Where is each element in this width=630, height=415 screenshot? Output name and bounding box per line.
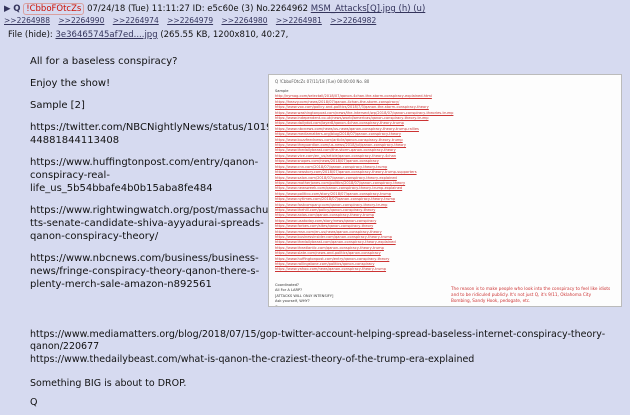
body-link[interactable]: https://www.rightwingwatch.org/post/mass… [30, 204, 280, 243]
body-link[interactable]: https://www.nbcnews.com/business/busines… [30, 252, 280, 291]
attached-image-thumbnail[interactable]: Q !CbboFOtcZs 07/11/18 (Tue) 00:00:00 No… [268, 74, 622, 307]
tripcode: !CbboFOtcZs [23, 3, 85, 15]
file-prefix[interactable]: File (hide): [8, 30, 53, 40]
body-line: Enjoy the show! [30, 78, 111, 89]
board-link[interactable]: MSM_Attacks[Q].jpg (h) (u) [311, 4, 426, 14]
backlink[interactable]: >>2264979 [167, 16, 213, 25]
body-line: All for a baseless conspiracy? [30, 56, 178, 67]
backlink[interactable]: >>2264974 [113, 16, 159, 25]
poster-name: Q [13, 4, 21, 14]
body-line: Sample [2] [30, 100, 85, 111]
body-line: Something BIG is about to DROP. [30, 378, 187, 389]
post-container: ▶ Q !CbboFOtcZs 07/24/18 (Tue) 11:11:27 … [0, 0, 630, 415]
backlink[interactable]: >>2264988 [4, 16, 50, 25]
thumbnail-note: Coordinated? All For A LARP? [ATTACKS WILL… [275, 283, 333, 307]
thumbnail-note-line: Q [275, 304, 278, 307]
body-link[interactable]: https://www.thedailybeast.com/what-is-qa… [30, 354, 615, 366]
expand-arrow-icon[interactable]: ▶ [4, 4, 11, 14]
file-info: File (hide): 3e36465745af7ed....jpg (265… [8, 30, 288, 40]
thumbnail-link-line: https://www.yahoo.com/news/qanon-conspir… [275, 267, 387, 272]
backlink[interactable]: >>2264980 [222, 16, 268, 25]
body-link[interactable]: https://www.huffingtonpost.com/entry/qan… [30, 156, 280, 195]
thumbnail-red-note: The reason is to make people who look in… [451, 286, 611, 303]
backlink[interactable]: >>2264990 [58, 16, 104, 25]
backlinks: >>2264988 >>2264990 >>2264974 >>2264979 … [4, 16, 382, 25]
backlink[interactable]: >>2264981 [276, 16, 322, 25]
file-name-link[interactable]: 3e36465745af7ed....jpg [56, 30, 158, 40]
post-datetime: 07/24/18 (Tue) 11:11:27 [87, 4, 190, 14]
post-body: All for a baseless conspiracy? Enjoy the… [30, 55, 280, 300]
thumbnail-header: Q !CbboFOtcZs 07/11/18 (Tue) 00:00:00 No… [275, 79, 370, 84]
signature-q: Q [30, 397, 38, 408]
post-header: ▶ Q !CbboFOtcZs 07/24/18 (Tue) 11:11:27 … [4, 3, 426, 15]
thumbnail-link-list: Sample http://nymag.com/selectall/2018/0… [275, 89, 610, 273]
backlink[interactable]: >>2264982 [330, 16, 376, 25]
poster-id[interactable]: ID: e5c60e (3) [193, 4, 254, 14]
body-link[interactable]: https://www.mediamatters.org/blog/2018/0… [30, 329, 615, 353]
post-number[interactable]: No.2264962 [256, 4, 308, 14]
file-meta: (265.55 KB, 1200x810, 40:27, [160, 30, 289, 40]
body-link[interactable]: https://twitter.com/NBCNightlyNews/statu… [30, 121, 280, 147]
